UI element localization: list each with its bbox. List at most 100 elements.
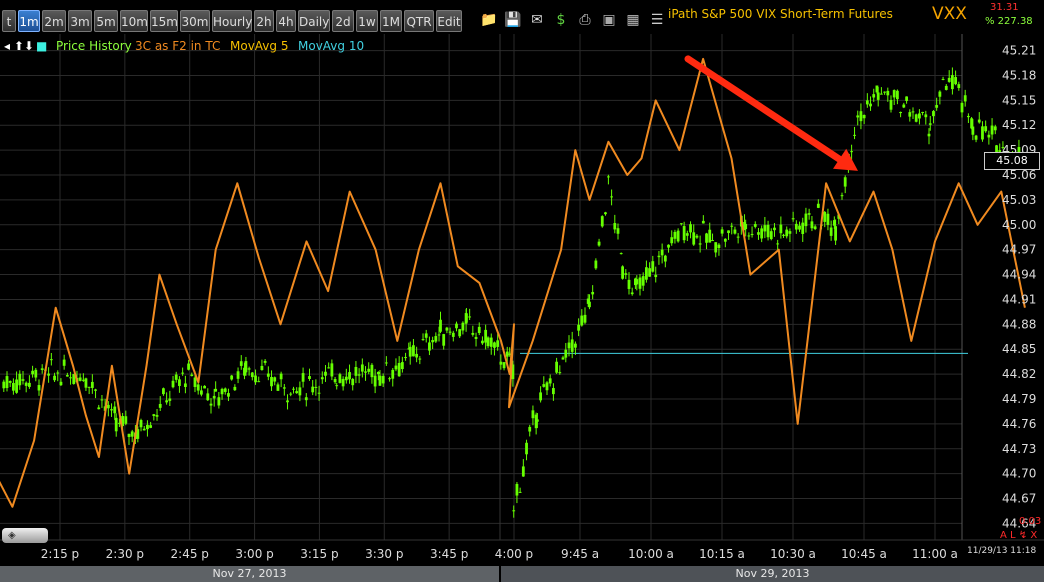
price-bar — [899, 111, 902, 114]
timeframe-button-4h[interactable]: 4h — [276, 10, 296, 32]
price-bar — [431, 340, 435, 343]
price-bar — [484, 329, 488, 343]
save-icon[interactable]: 💾 — [504, 11, 522, 29]
price-bar — [239, 361, 243, 366]
price-bar — [397, 362, 401, 377]
price-bar — [905, 96, 908, 101]
price-bar — [750, 233, 754, 235]
price-bar — [720, 229, 724, 234]
y-tick-label: 44.97 — [1002, 243, 1036, 257]
price-bar — [558, 372, 562, 374]
lines-icon[interactable]: ☰ — [648, 11, 666, 29]
price-bar — [804, 213, 808, 227]
price-bar — [418, 358, 422, 360]
price-bar — [8, 381, 12, 383]
print-icon[interactable]: ⎙ — [576, 11, 594, 29]
instrument-title: iPath S&P 500 VIX Short-Term Futures — [668, 7, 893, 21]
legend-movavg5[interactable]: MovAvg 5 — [230, 36, 288, 56]
price-bar — [247, 368, 251, 370]
price-bar — [338, 374, 342, 383]
price-bar — [324, 371, 327, 376]
price-bar — [512, 510, 516, 512]
timeframe-button-daily[interactable]: Daily — [298, 10, 330, 32]
quote-change: 31.31 — [990, 2, 1019, 13]
timeframe-button-5m[interactable]: 5m — [94, 10, 118, 32]
timeframe-button-hourly[interactable]: Hourly — [212, 10, 252, 32]
price-bar — [552, 388, 555, 395]
price-bar — [692, 232, 696, 245]
y-tick-label: 45.12 — [1002, 118, 1036, 132]
price-bar — [273, 377, 277, 382]
price-bar — [733, 229, 737, 234]
grid-icon[interactable]: ▦ — [624, 11, 642, 29]
price-bar — [826, 213, 830, 225]
price-chart[interactable]: 45.2145.1845.1545.1245.0945.0645.0345.00… — [0, 0, 1044, 582]
y-tick-label: 45.18 — [1002, 68, 1036, 82]
price-bar — [701, 220, 705, 224]
price-bar — [400, 362, 404, 370]
price-bar — [744, 223, 748, 230]
price-bar — [723, 238, 727, 242]
price-bar — [583, 314, 587, 323]
change-value: 0.03 — [1019, 516, 1042, 527]
price-bar — [499, 361, 503, 365]
price-bar — [87, 386, 91, 388]
price-bar — [963, 95, 967, 102]
price-bar — [351, 378, 355, 386]
email-icon[interactable]: ✉ — [528, 11, 546, 29]
legend-price-history[interactable]: Price History — [56, 36, 132, 56]
dollar-icon[interactable]: $ — [552, 11, 570, 29]
price-bar — [588, 301, 591, 308]
price-bar — [250, 372, 254, 378]
price-bar — [834, 226, 837, 241]
price-bar — [236, 371, 240, 379]
timeframe-button-10m[interactable]: 10m — [120, 10, 148, 32]
arrow-tools-icon[interactable]: ◂ ⬆⬇ — [4, 36, 34, 56]
timeframe-button-3m[interactable]: 3m — [68, 10, 92, 32]
timeframe-button-2d[interactable]: 2d — [332, 10, 354, 32]
timeframe-button-2h[interactable]: 2h — [254, 10, 274, 32]
folder-icon[interactable]: 📁 — [480, 11, 498, 29]
price-bar — [621, 266, 624, 279]
price-bar — [536, 419, 539, 422]
timeframe-button-15m[interactable]: 15m — [150, 10, 178, 32]
price-bar — [616, 228, 620, 234]
x-tick-label: 10:15 a — [699, 547, 745, 561]
price-bar — [766, 224, 770, 238]
price-bar — [391, 369, 395, 379]
scroll-handle[interactable]: ◈ — [2, 528, 48, 543]
timeframe-button-2m[interactable]: 2m — [42, 10, 66, 32]
price-bar — [914, 114, 918, 122]
price-bar — [660, 249, 664, 256]
timeframe-button-1w[interactable]: 1w — [356, 10, 378, 32]
price-bar — [518, 491, 522, 493]
price-bar — [97, 407, 101, 410]
timeframe-button-qtr[interactable]: QTR — [404, 10, 434, 32]
price-bar — [320, 377, 324, 380]
price-bar — [971, 126, 975, 135]
price-bar — [957, 84, 961, 88]
price-bar — [428, 342, 431, 351]
timeframe-button-1m[interactable]: 1m — [18, 10, 40, 32]
price-bar — [954, 77, 957, 85]
timeframe-button-1m[interactable]: 1M — [380, 10, 402, 32]
price-bar — [496, 340, 500, 347]
timeframe-button-edit[interactable]: Edit — [436, 10, 462, 32]
timeframe-button-t[interactable]: t — [2, 10, 16, 32]
price-bar — [902, 104, 906, 108]
legend-threec[interactable]: 3C as F2 in TC — [135, 36, 220, 56]
timeframe-button-30m[interactable]: 30m — [180, 10, 210, 32]
price-bar — [619, 253, 623, 255]
price-bar — [843, 177, 847, 187]
price-bar — [360, 364, 364, 372]
legend-row: ◂ ⬆⬇ ■ Price History 3C as F2 in TC MovA… — [0, 36, 1044, 56]
legend-dot-icon: ■ — [36, 39, 48, 53]
price-bar — [384, 362, 388, 364]
price-bar — [682, 226, 686, 241]
price-bar — [317, 392, 321, 394]
legend-movavg10[interactable]: MovAvg 10 — [298, 36, 364, 56]
monitor-icon[interactable]: ▣ — [600, 11, 618, 29]
alert-icons[interactable]: A L ↯ X — [1000, 530, 1037, 541]
price-bar — [408, 346, 412, 357]
price-bar — [635, 279, 639, 285]
